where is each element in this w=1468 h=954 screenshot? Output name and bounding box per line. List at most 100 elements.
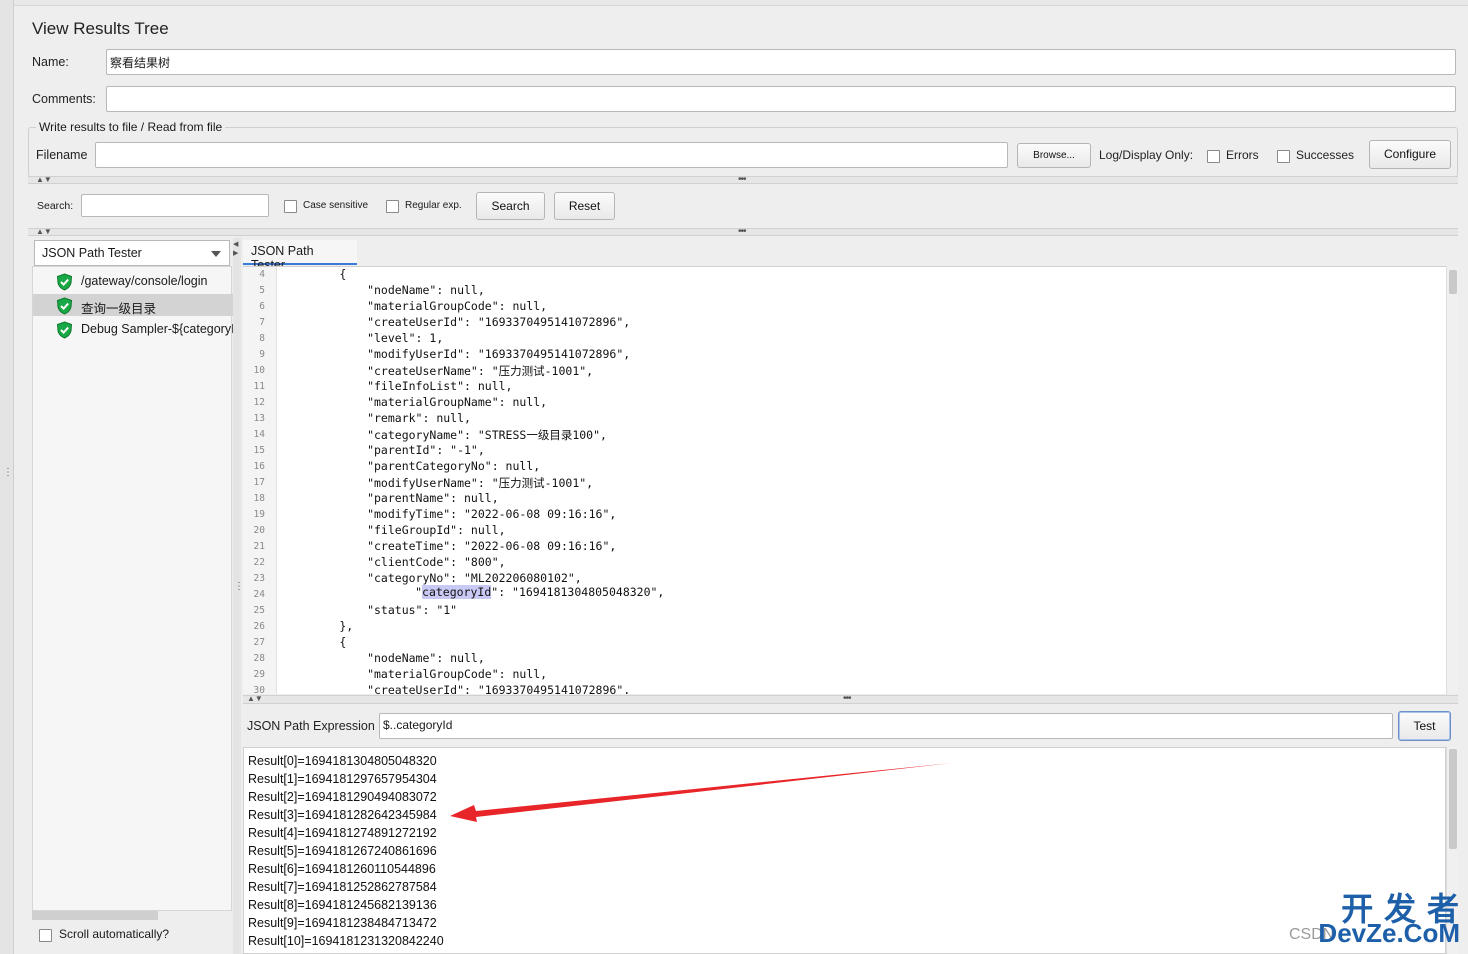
vertical-splitter[interactable]: ◀ ▶ ⋮ — [233, 238, 244, 954]
regular-exp-checkbox[interactable] — [386, 200, 399, 213]
comments-field[interactable] — [106, 86, 1456, 112]
splitter-grip-icon[interactable]: ••• — [843, 694, 851, 704]
line-number: 14 — [253, 429, 265, 440]
code-line: "modifyTime": "2022-06-08 09:16:16", — [284, 507, 617, 521]
collapse-arrows-icon[interactable]: ▲▼ — [247, 695, 263, 703]
code-line: "parentName": null, — [284, 491, 499, 505]
code-vertical-scrollbar[interactable] — [1446, 266, 1458, 694]
browse-button[interactable]: Browse... — [1017, 143, 1091, 168]
results-tree: /gateway/console/login 查询一级目录 Debug Samp… — [32, 266, 233, 911]
name-field[interactable]: 察看结果树 — [106, 49, 1456, 75]
tree-item-query-category[interactable]: 查询一级目录 — [33, 294, 233, 316]
result-line: Result[10]=1694181231320842240 — [248, 934, 444, 948]
code-line: "materialGroupCode": null, — [284, 667, 548, 681]
scroll-automatically-label: Scroll automatically? — [59, 927, 170, 941]
green-shield-check-icon — [56, 273, 73, 291]
search-input[interactable] — [81, 194, 269, 217]
code-line: { — [284, 635, 347, 649]
code-line: "status": "1" — [284, 603, 458, 617]
line-number: 5 — [259, 285, 265, 296]
errors-label: Errors — [1226, 148, 1259, 162]
scrollbar-thumb[interactable] — [1449, 749, 1457, 849]
drag-handle-icon[interactable]: ⋮ — [3, 468, 13, 490]
search-highlight: categoryId — [422, 585, 492, 599]
tab-json-path-tester[interactable]: JSON Path Tester — [243, 240, 357, 272]
result-line: Result[7]=1694181252862787584 — [248, 880, 437, 894]
annotation-arrow — [450, 763, 952, 822]
collapse-arrows-icon[interactable]: ▲▼ — [36, 228, 52, 236]
tree-item-label: 查询一级目录 — [81, 302, 157, 316]
code-line: "materialGroupName": null, — [284, 395, 548, 409]
line-number: 17 — [253, 477, 265, 488]
result-line: Result[4]=1694181274891272192 — [248, 826, 437, 840]
line-number: 27 — [253, 637, 265, 648]
tree-item-label: /gateway/console/login — [81, 274, 208, 288]
tree-item-label: Debug Sampler-${categoryI — [81, 322, 233, 336]
splitter-grip-icon[interactable]: ••• — [738, 175, 746, 185]
line-number: 24 — [253, 589, 265, 600]
code-line: "createUserId": "1693370495141072896", — [284, 315, 631, 329]
line-number: 28 — [253, 653, 265, 664]
code-line: "nodeName": null, — [284, 651, 485, 665]
response-code-view: 4 5 6 7 8 9 10 11 12 13 14 15 16 17 18 19 20 21 22 23 24 25 26… — [243, 266, 1458, 694]
collapse-arrows-icon[interactable]: ◀ ▶ — [233, 240, 238, 258]
splitter-grip-icon[interactable]: ••• — [738, 227, 746, 237]
code-line: "parentCategoryNo": null, — [284, 459, 541, 473]
regular-exp-label: Regular exp. — [405, 200, 462, 211]
chevron-down-icon — [211, 251, 221, 257]
line-number: 8 — [259, 333, 265, 344]
collapse-arrows-icon[interactable]: ▲▼ — [36, 176, 52, 184]
comments-label: Comments: — [32, 92, 96, 106]
green-shield-check-icon — [56, 321, 73, 339]
search-label: Search: — [37, 200, 74, 212]
json-path-expression-input[interactable]: $..categoryId — [379, 713, 1393, 739]
json-path-expression-label: JSON Path Expression — [247, 719, 375, 733]
line-number: 10 — [253, 365, 265, 376]
filename-field[interactable] — [95, 142, 1008, 168]
scrollbar-thumb[interactable] — [1449, 270, 1457, 294]
code-line: "fileGroupId": null, — [284, 523, 506, 537]
result-line: Result[5]=1694181267240861696 — [248, 844, 437, 858]
result-line: Result[3]=1694181282642345984 — [248, 808, 437, 822]
line-number: 22 — [253, 557, 265, 568]
tree-item-debug-sampler[interactable]: Debug Sampler-${categoryI — [33, 318, 233, 340]
panel-title: View Results Tree — [32, 19, 169, 38]
code-line: { — [284, 267, 347, 281]
line-number: 23 — [253, 573, 265, 584]
code-line: "createTime": "2022-06-08 09:16:16", — [284, 539, 617, 553]
code-line: "modifyUserName": "压力测试-1001", — [284, 476, 594, 490]
code-line: "clientCode": "800", — [284, 555, 506, 569]
log-display-only-label: Log/Display Only: — [1099, 148, 1194, 162]
code-line: "modifyUserId": "1693370495141072896", — [284, 347, 631, 361]
successes-checkbox[interactable] — [1277, 150, 1290, 163]
tree-horizontal-scrollbar[interactable] — [32, 911, 158, 920]
code-line: "fileInfoList": null, — [284, 379, 513, 393]
result-line: Result[6]=1694181260110544896 — [248, 862, 436, 876]
result-line: Result[1]=1694181297657954304 — [248, 772, 437, 786]
test-button[interactable]: Test — [1398, 711, 1451, 741]
watermark-en: DevZe.CoM — [1318, 918, 1460, 948]
result-line: Result[0]=1694181304805048320 — [248, 754, 437, 768]
line-number: 20 — [253, 525, 265, 536]
line-number: 9 — [259, 349, 265, 360]
left-collapse-strip[interactable]: ⋮ — [0, 0, 14, 954]
line-number: 18 — [253, 493, 265, 504]
tree-item-login[interactable]: /gateway/console/login — [33, 270, 233, 292]
configure-button[interactable]: Configure — [1369, 140, 1451, 169]
scroll-automatically-checkbox[interactable] — [39, 929, 52, 942]
renderer-select[interactable]: JSON Path Tester — [34, 240, 230, 266]
result-line: Result[8]=1694181245682139136 — [248, 898, 437, 912]
case-sensitive-checkbox[interactable] — [284, 200, 297, 213]
line-number: 26 — [253, 621, 265, 632]
file-fieldset-legend: Write results to file / Read from file — [36, 120, 226, 134]
line-number: 19 — [253, 509, 265, 520]
line-number: 21 — [253, 541, 265, 552]
line-number: 13 — [253, 413, 265, 424]
code-line: "createUserId": "1693370495141072896", — [284, 683, 631, 694]
errors-checkbox[interactable] — [1207, 150, 1220, 163]
green-shield-check-icon — [56, 297, 73, 315]
filename-label: Filename — [36, 148, 88, 162]
search-button[interactable]: Search — [476, 192, 545, 220]
line-number: 25 — [253, 605, 265, 616]
reset-button[interactable]: Reset — [554, 192, 615, 220]
